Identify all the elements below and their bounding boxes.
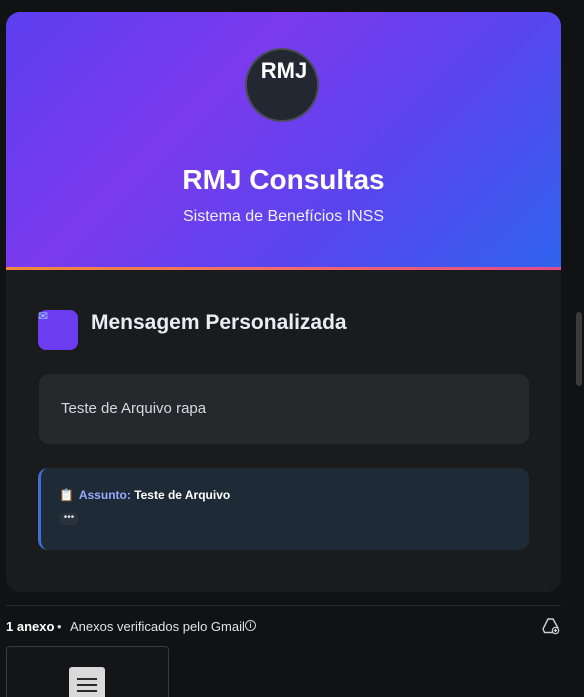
attachments-divider xyxy=(6,605,561,606)
brand-title: RMJ Consultas xyxy=(182,164,385,195)
document-lines xyxy=(77,678,97,696)
subject-label: Assunto: xyxy=(78,488,131,502)
attachments-verified-note: Anexos verificados pelo Gmail xyxy=(70,619,245,634)
subject-line: 📋 Assunto: Teste de Arquivo xyxy=(59,488,230,502)
show-trimmed-content-button[interactable]: ••• xyxy=(60,513,78,525)
attachment-count: 1 anexo xyxy=(6,619,55,634)
message-box: Teste de Arquivo rapa xyxy=(39,374,529,444)
add-to-drive-icon[interactable] xyxy=(542,617,560,635)
message-text: Teste de Arquivo rapa xyxy=(61,400,207,417)
email-card: RMJ RMJ Consultas Sistema de Benefícios … xyxy=(6,12,561,592)
avatar: RMJ xyxy=(245,48,319,122)
sparkle-icon: ✉ xyxy=(38,310,78,350)
header-accent-line xyxy=(6,267,561,270)
attachment-card[interactable] xyxy=(6,646,169,697)
header-banner: RMJ RMJ Consultas Sistema de Benefícios … xyxy=(6,12,561,267)
section-title: Mensagem Personalizada xyxy=(91,311,347,334)
subject-box: 📋 Assunto: Teste de Arquivo ••• xyxy=(38,468,529,550)
email-view: RMJ RMJ Consultas Sistema de Benefícios … xyxy=(0,0,584,697)
attachment-separator: • xyxy=(57,619,62,634)
clipboard-icon: 📋 xyxy=(59,488,74,502)
scrollbar[interactable] xyxy=(576,312,582,386)
info-icon[interactable]: i xyxy=(245,620,256,631)
section-icon-glyph: ✉ xyxy=(38,309,49,323)
subject-value: Teste de Arquivo xyxy=(134,488,231,502)
brand-subtitle: Sistema de Benefícios INSS xyxy=(183,208,384,225)
avatar-text: RMJ xyxy=(260,58,308,83)
document-icon xyxy=(69,667,105,697)
